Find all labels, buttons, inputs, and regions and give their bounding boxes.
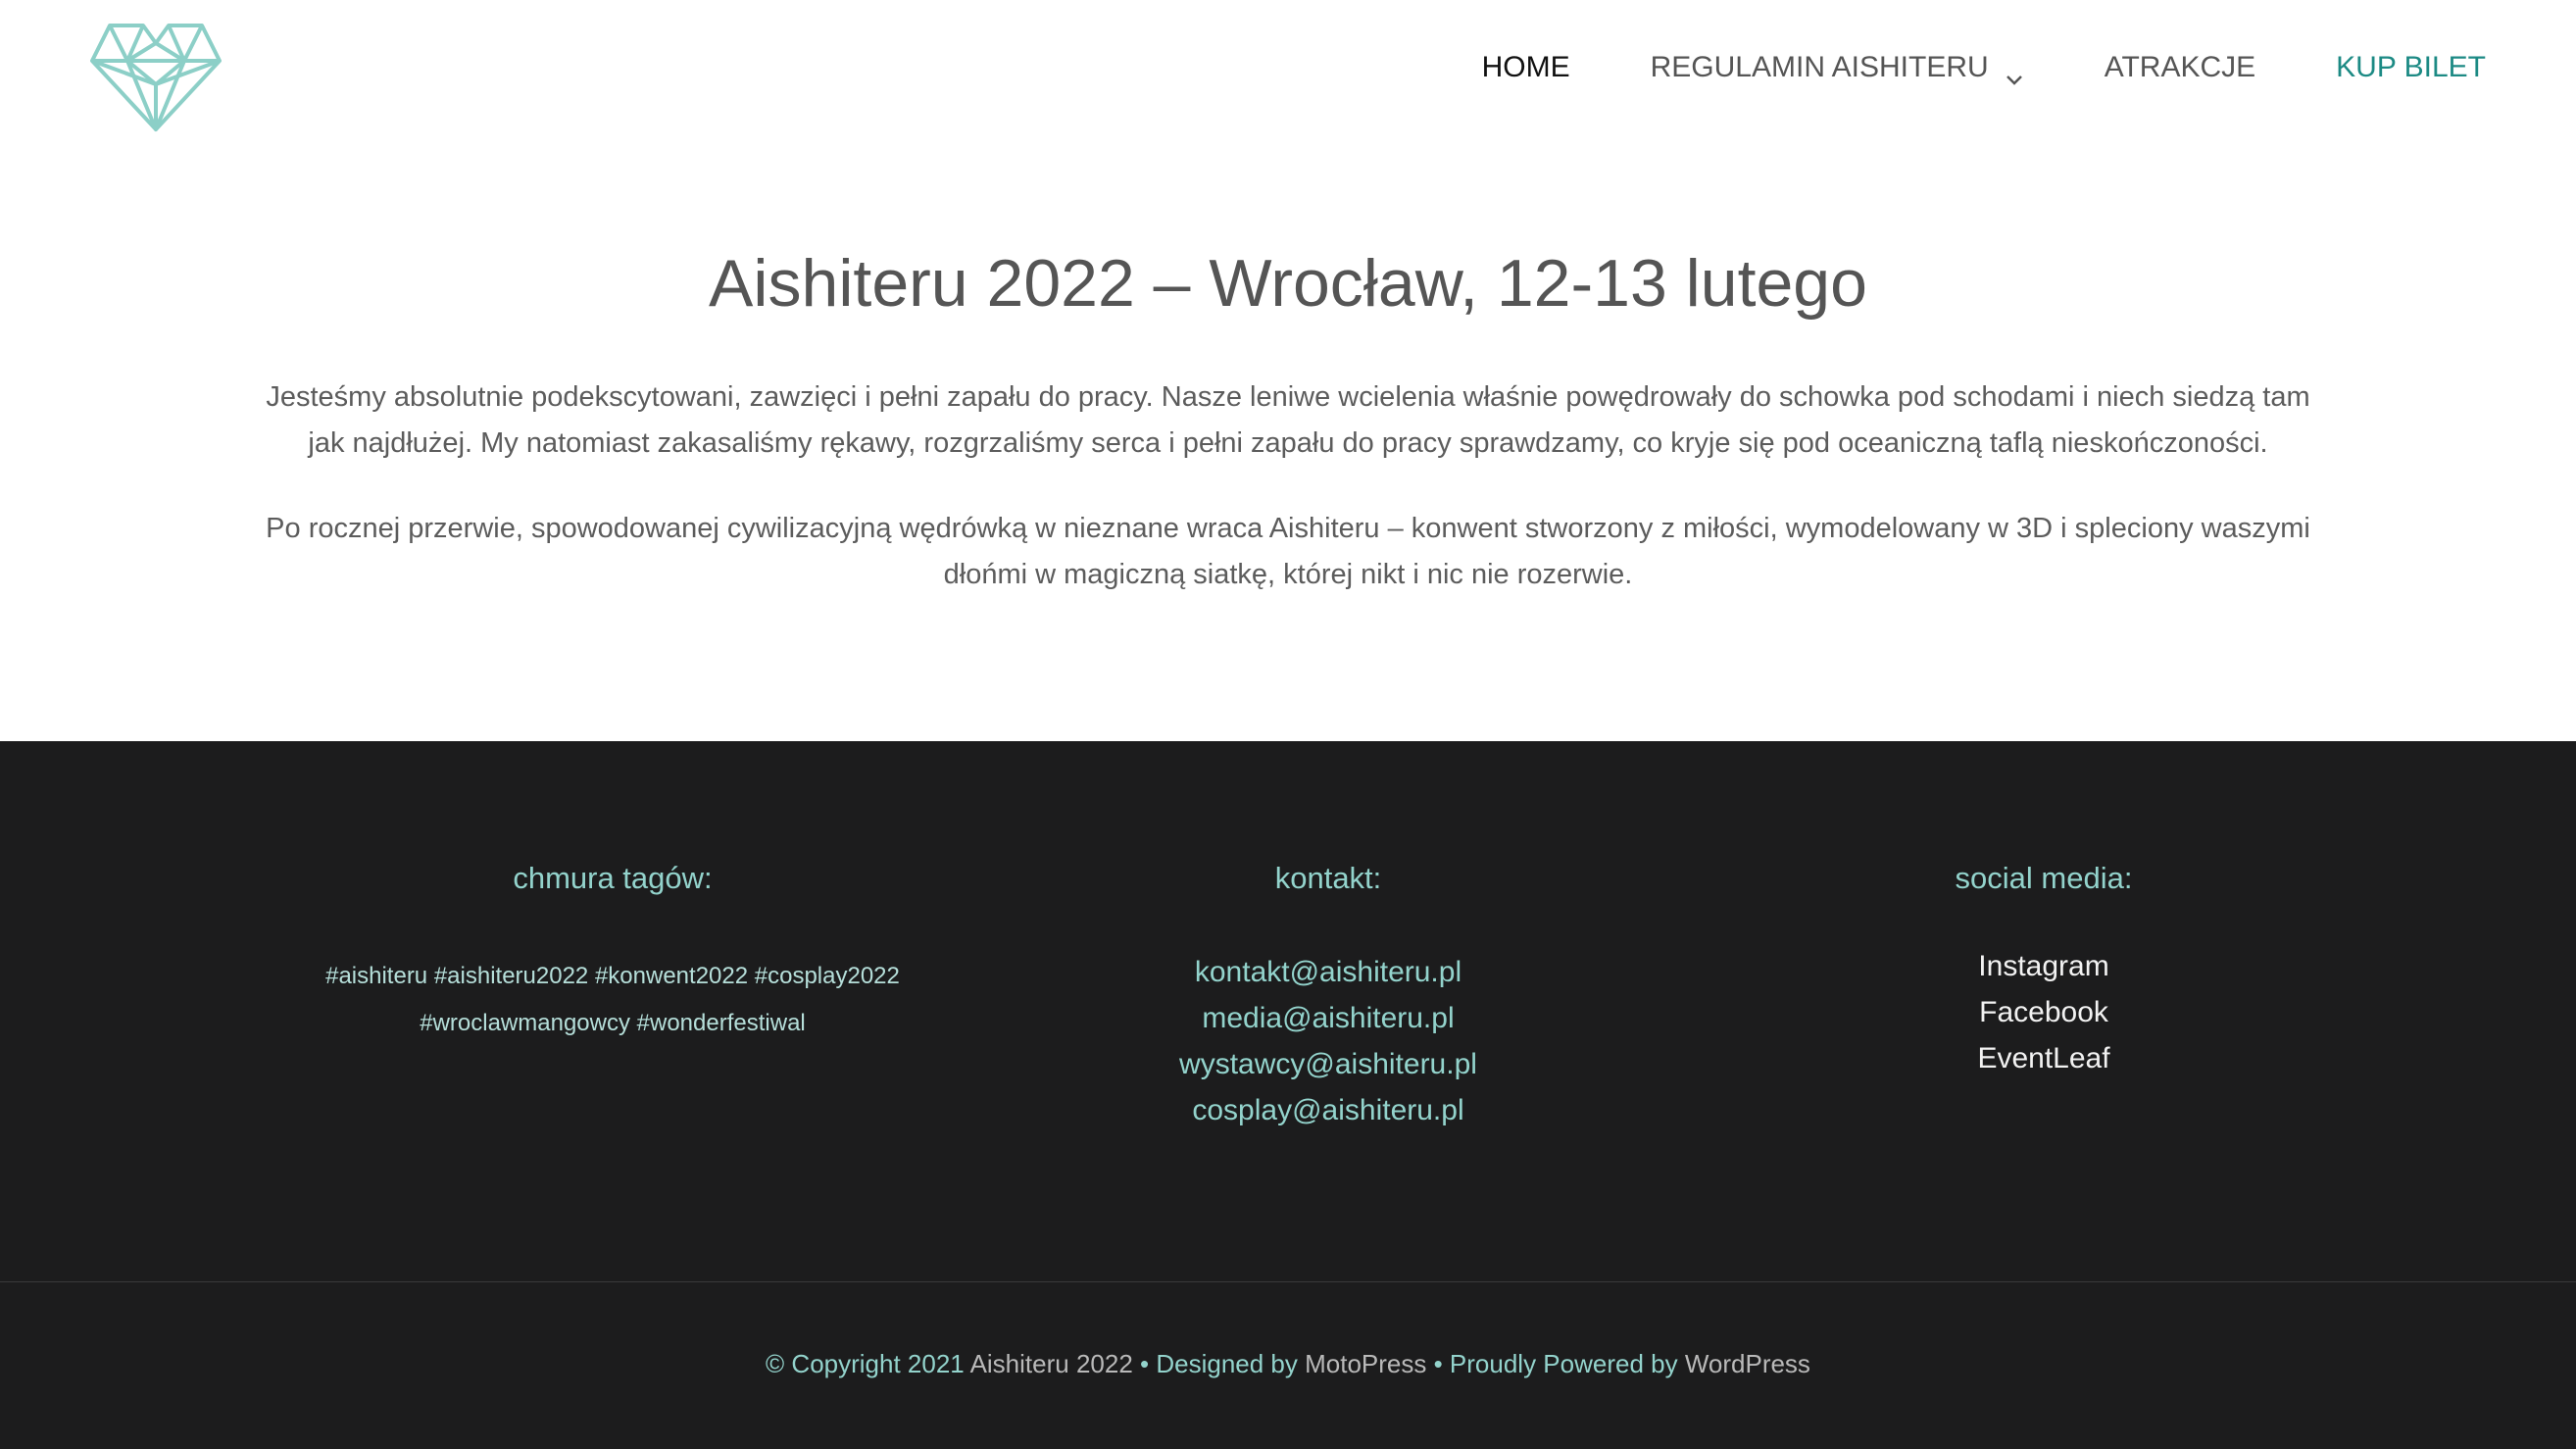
- designer-link[interactable]: MotoPress: [1305, 1349, 1426, 1378]
- email-link-cosplay[interactable]: cosplay@aishiteru.pl: [956, 1087, 1701, 1133]
- footer-divider: [0, 1281, 2576, 1282]
- contact-heading: kontakt:: [1274, 861, 1382, 895]
- social-link-facebook[interactable]: Facebook: [1671, 989, 2416, 1035]
- powered-by-label: • Proudly Powered by: [1426, 1349, 1685, 1378]
- intro-paragraph: Jesteśmy absolutnie podekscytowani, zawz…: [266, 381, 2310, 459]
- nav-item-regulamin[interactable]: REGULAMIN AISHITERU: [1650, 51, 2024, 85]
- tag-link[interactable]: #aishiteru: [325, 963, 427, 989]
- tag-link[interactable]: #wonderfestiwal: [637, 1010, 806, 1036]
- wordpress-link[interactable]: WordPress: [1685, 1349, 1810, 1378]
- copyright-line: © Copyright 2021 Aishiteru 2022 • Design…: [0, 1349, 2576, 1379]
- email-link-media[interactable]: media@aishiteru.pl: [956, 995, 1701, 1041]
- social-link-eventleaf[interactable]: EventLeaf: [1671, 1035, 2416, 1081]
- copyright-prefix: © Copyright 2021: [766, 1349, 970, 1378]
- tag-cloud-heading: chmura tagów:: [513, 861, 713, 895]
- site-header: HOME REGULAMIN AISHITERU ATRAKCJE KUP BI…: [0, 0, 2576, 157]
- main-content: Aishiteru 2022 – Wrocław, 12-13 lutego J…: [0, 157, 2576, 741]
- nav-item-label: KUP BILET: [2336, 51, 2486, 83]
- tag-link[interactable]: #konwent2022: [595, 963, 748, 989]
- email-link-kontakt[interactable]: kontakt@aishiteru.pl: [956, 949, 1701, 995]
- tag-link[interactable]: #wroclawmangowcy: [420, 1010, 630, 1036]
- nav-item-label: REGULAMIN AISHITERU: [1650, 51, 1989, 83]
- tag-cloud: #aishiteru #aishiteru2022 #konwent2022 #…: [299, 953, 926, 1047]
- site-link[interactable]: Aishiteru 2022: [970, 1349, 1133, 1378]
- page-title: Aishiteru 2022 – Wrocław, 12-13 lutego: [709, 246, 1867, 321]
- social-list: Instagram Facebook EventLeaf: [1671, 943, 2416, 1081]
- social-link-instagram[interactable]: Instagram: [1671, 943, 2416, 989]
- social-heading: social media:: [1955, 861, 2133, 895]
- designed-by-label: • Designed by: [1132, 1349, 1306, 1378]
- nav-item-atrakcje[interactable]: ATRAKCJE: [2105, 51, 2255, 84]
- heart-logo[interactable]: [88, 22, 223, 133]
- nav-item-label: HOME: [1481, 51, 1570, 83]
- nav-item-kup-bilet[interactable]: KUP BILET: [2336, 51, 2486, 84]
- intro-paragraph: Po rocznej przerwie, spowodowanej cywili…: [266, 513, 2310, 590]
- site-footer: chmura tagów: #aishiteru #aishiteru2022 …: [0, 741, 2576, 1449]
- nav-item-label: ATRAKCJE: [2104, 51, 2256, 83]
- email-link-wystawcy[interactable]: wystawcy@aishiteru.pl: [956, 1041, 1701, 1087]
- contact-list: kontakt@aishiteru.pl media@aishiteru.pl …: [956, 949, 1701, 1133]
- main-nav: HOME REGULAMIN AISHITERU ATRAKCJE KUP BI…: [1482, 51, 2486, 85]
- nav-item-home[interactable]: HOME: [1482, 51, 1570, 84]
- tag-link[interactable]: #aishiteru2022: [434, 963, 588, 989]
- chevron-down-icon: [2005, 61, 2024, 85]
- tag-link[interactable]: #cosplay2022: [755, 963, 900, 989]
